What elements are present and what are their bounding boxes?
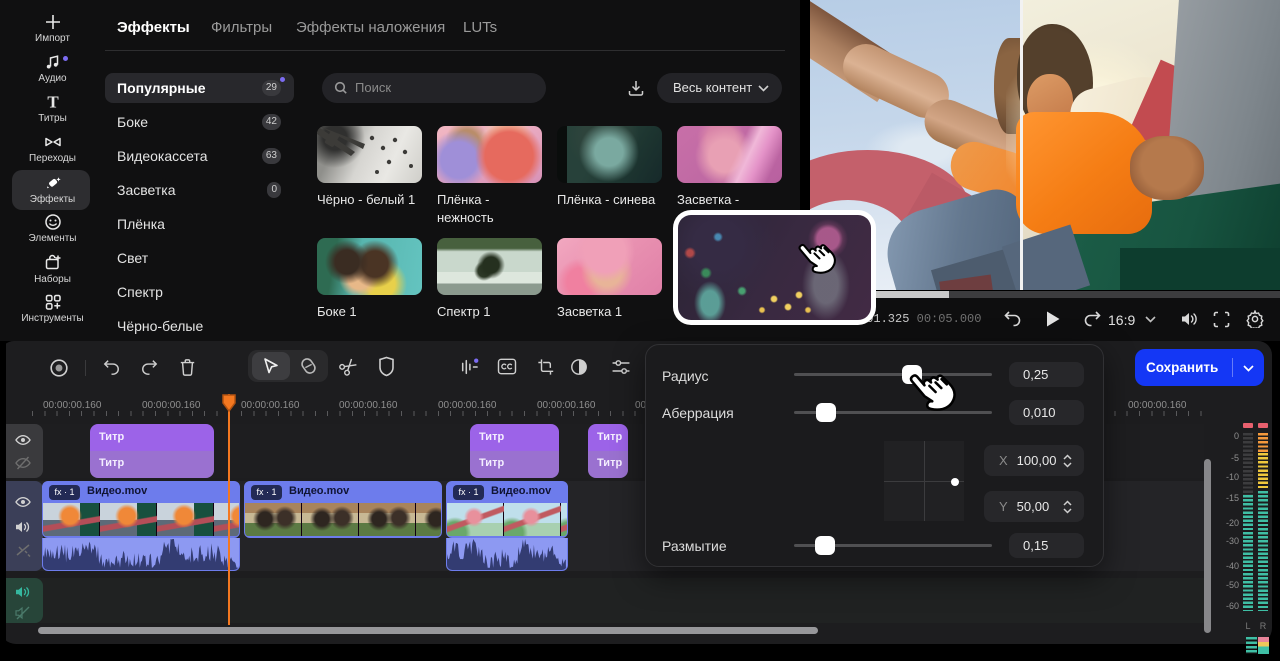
svg-text:T: T (47, 93, 59, 111)
